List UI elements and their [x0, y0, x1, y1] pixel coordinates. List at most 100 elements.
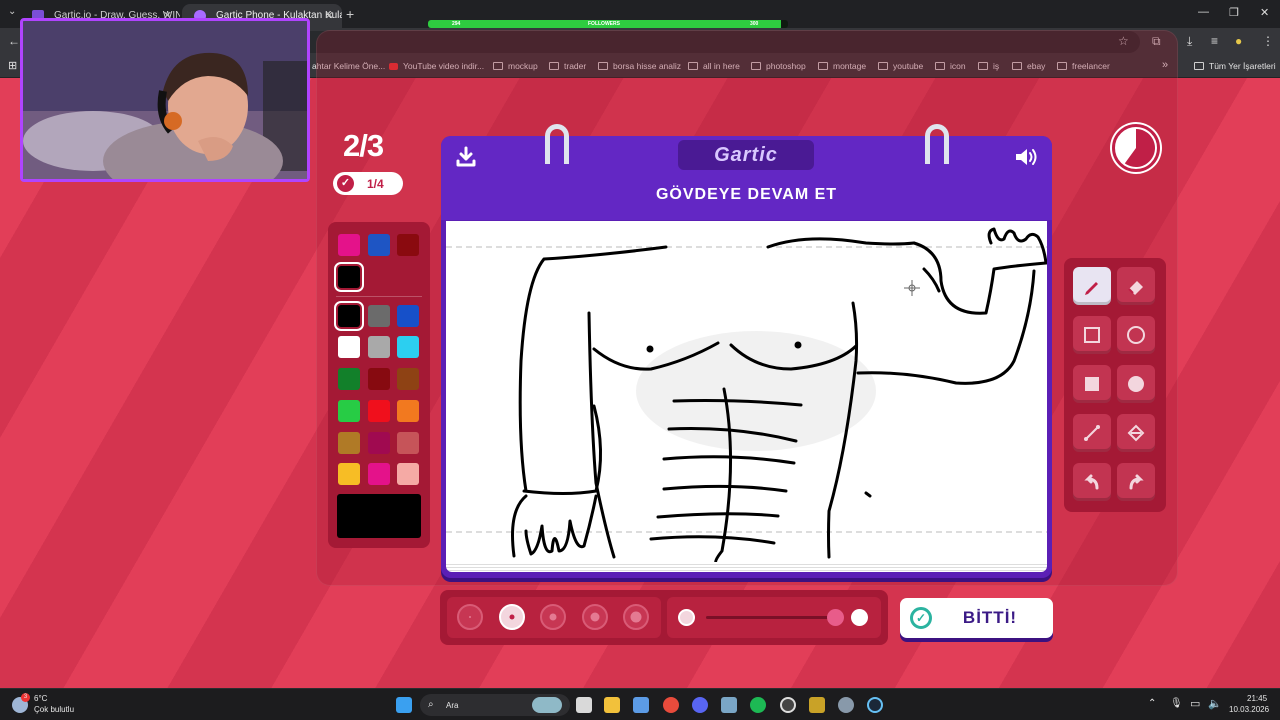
profile-avatar-icon[interactable]: ●	[1235, 34, 1242, 48]
follower-goal-bar: 294 FOLLOWERS 300	[428, 20, 788, 28]
color-swatch[interactable]	[397, 305, 419, 327]
search-icon: ⌕	[428, 699, 434, 710]
opacity-max-icon	[851, 609, 868, 626]
volume-icon[interactable]	[1014, 146, 1040, 168]
color-swatch[interactable]	[397, 368, 419, 390]
filled-rectangle-tool-button[interactable]	[1073, 365, 1111, 403]
binder-ring-right	[925, 124, 949, 164]
clock-time[interactable]: 21:45	[1247, 694, 1267, 703]
filled-rectangle-icon	[1085, 377, 1099, 391]
windows-start-icon[interactable]	[396, 697, 412, 713]
brush-size-dot-icon	[549, 613, 557, 621]
brush-size-button[interactable]	[540, 604, 566, 630]
app-icon[interactable]	[721, 697, 737, 713]
microphone-icon[interactable]: 🎙	[1170, 698, 1183, 709]
audio-app-icon[interactable]	[809, 697, 825, 713]
tab-search-chevron-icon[interactable]: ⌄	[8, 6, 16, 17]
clock-date[interactable]: 10.03.2026	[1229, 705, 1269, 714]
media-controls-icon[interactable]: ≡	[1211, 34, 1218, 48]
line-icon	[1084, 425, 1100, 441]
weather-temp: 6°C	[34, 694, 48, 703]
color-swatch[interactable]	[368, 336, 390, 358]
filled-ellipse-icon	[1128, 376, 1144, 392]
steam-icon[interactable]	[867, 697, 883, 713]
task-view-icon[interactable]	[576, 697, 592, 713]
brush-size-button[interactable]	[623, 604, 649, 630]
drawing-strokes	[446, 227, 1047, 563]
new-tab-button[interactable]: +	[346, 6, 354, 22]
color-swatch[interactable]	[397, 234, 419, 256]
paper-stack-edge	[446, 562, 1047, 572]
color-swatch[interactable]	[338, 400, 360, 422]
streamer-webcam-image	[23, 21, 307, 179]
color-swatch[interactable]	[338, 463, 360, 485]
pencil-tool-button[interactable]	[1073, 267, 1111, 305]
gartic-logo: Gartic	[714, 144, 778, 166]
bookmark-label: Tüm Yer İşaretleri	[1209, 61, 1276, 71]
taskbar-search[interactable]: ⌕ Ara	[420, 694, 570, 716]
color-swatch[interactable]	[368, 432, 390, 454]
color-swatch[interactable]	[368, 368, 390, 390]
tray-chevron-icon[interactable]: ⌃	[1148, 698, 1156, 709]
follower-count: 294	[452, 21, 461, 27]
brush-size-button[interactable]	[498, 604, 525, 630]
file-explorer-icon[interactable]	[604, 697, 620, 713]
color-swatch[interactable]	[338, 234, 360, 256]
drawing-canvas[interactable]	[446, 221, 1047, 563]
download-icon[interactable]: ⤓	[1187, 34, 1192, 49]
color-swatch[interactable]	[338, 336, 360, 358]
ellipse-icon	[1127, 326, 1145, 344]
color-swatch[interactable]	[334, 262, 364, 292]
brush-size-button[interactable]	[457, 604, 483, 630]
done-button[interactable]: ✓ BİTTİ!	[900, 598, 1053, 638]
close-window-button[interactable]: ✕	[1260, 6, 1269, 19]
search-highlight-icon	[532, 697, 562, 713]
webcam-overlay	[20, 18, 310, 182]
rectangle-tool-button[interactable]	[1073, 316, 1111, 354]
line-tool-button[interactable]	[1073, 414, 1111, 452]
store-icon[interactable]	[633, 697, 649, 713]
minimize-button[interactable]: —	[1198, 6, 1209, 18]
redo-tool-button[interactable]	[1117, 463, 1155, 501]
all-bookmarks-folder[interactable]: Tüm Yer İşaretleri	[1194, 61, 1276, 71]
color-swatch[interactable]	[338, 368, 360, 390]
back-arrow-icon[interactable]: ←	[8, 34, 20, 48]
weather-desc: Çok bulutlu	[34, 705, 75, 714]
color-swatch[interactable]	[397, 400, 419, 422]
apps-grid-icon[interactable]: ⊞	[8, 59, 17, 72]
opacity-slider-track[interactable]	[706, 616, 836, 619]
maximize-button[interactable]: ❐	[1229, 6, 1239, 19]
filled-ellipse-tool-button[interactable]	[1117, 365, 1155, 403]
opacity-slider-handle[interactable]	[827, 609, 844, 626]
color-swatch[interactable]	[397, 463, 419, 485]
round-timer	[1112, 124, 1160, 172]
download-drawing-icon[interactable]	[455, 146, 477, 168]
obs-icon[interactable]	[780, 697, 796, 713]
chrome-icon[interactable]	[663, 697, 679, 713]
color-swatch[interactable]	[368, 305, 390, 327]
brush-size-dot-icon	[630, 611, 642, 623]
spotify-icon[interactable]	[750, 697, 766, 713]
windows-taskbar: 3 6°C Çok bulutlu ⌕ Ara ⌃ 🎙 ▭ 🔈 21:45 10…	[0, 688, 1280, 720]
follower-goal: 300	[750, 21, 759, 27]
eraser-tool-button[interactable]	[1117, 267, 1155, 305]
network-icon[interactable]: ▭	[1190, 697, 1200, 710]
discord-icon[interactable]	[692, 697, 708, 713]
color-swatch[interactable]	[397, 432, 419, 454]
fill-bucket-icon	[1127, 424, 1145, 442]
fill-bucket-tool-button[interactable]	[1117, 414, 1155, 452]
brush-size-button[interactable]	[581, 604, 608, 630]
color-swatch[interactable]	[397, 336, 419, 358]
tab-close-icon[interactable]: ✕	[325, 9, 334, 22]
settings-gear-icon[interactable]	[838, 697, 854, 713]
color-swatch[interactable]	[368, 400, 390, 422]
menu-kebab-icon[interactable]: ⋮	[1262, 34, 1274, 48]
speaker-icon[interactable]: 🔈	[1208, 697, 1222, 710]
color-swatch[interactable]	[338, 432, 360, 454]
color-swatch[interactable]	[334, 301, 364, 331]
done-button-label: BİTTİ!	[962, 608, 1018, 627]
undo-tool-button[interactable]	[1073, 463, 1111, 501]
color-swatch[interactable]	[368, 463, 390, 485]
ellipse-tool-button[interactable]	[1117, 316, 1155, 354]
color-swatch[interactable]	[368, 234, 390, 256]
